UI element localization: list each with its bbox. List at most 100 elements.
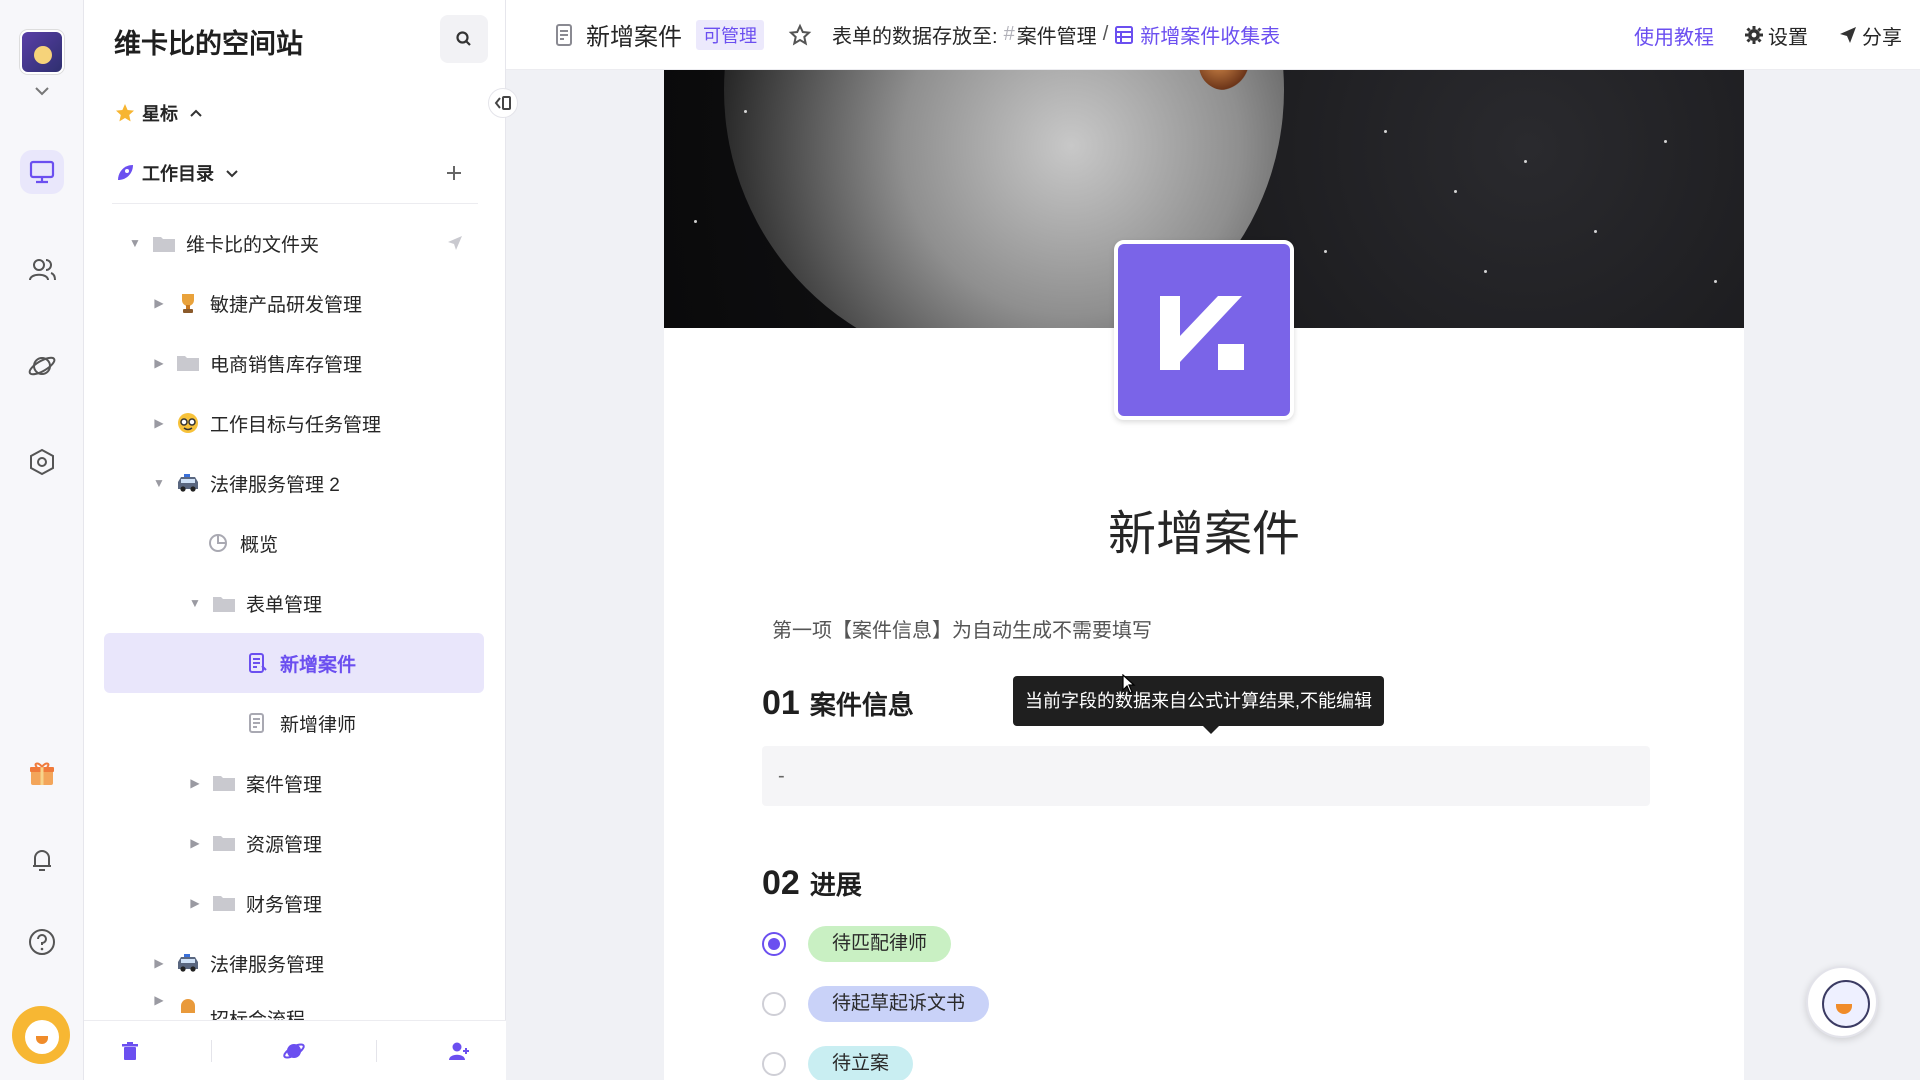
- tree-item-legal[interactable]: ▶ 法律服务管理: [152, 933, 482, 993]
- nerd-face-icon: [174, 409, 202, 437]
- tree-item-label: 表单管理: [246, 594, 323, 616]
- option-tag: 待起草起诉文书: [808, 986, 990, 1022]
- breadcrumb-case-mgmt[interactable]: 案件管理: [1017, 20, 1097, 49]
- send-icon[interactable]: [446, 234, 464, 252]
- option-tag: 待匹配律师: [808, 926, 952, 962]
- tree-item-cut-off[interactable]: ▶ 招标会流程: [152, 993, 482, 1020]
- tree-item-case-mgmt[interactable]: ▶ 案件管理: [188, 753, 482, 813]
- gear-icon: [1745, 26, 1763, 44]
- tree-item-label: 电商销售库存管理: [210, 354, 363, 376]
- tree-item-ecommerce[interactable]: ▶ 电商销售库存管理: [152, 333, 482, 393]
- tree-item-label: 财务管理: [246, 894, 323, 916]
- form-title: 新增案件: [1107, 508, 1300, 561]
- permission-badge[interactable]: 可管理: [696, 19, 764, 50]
- chevron-up-icon: [190, 109, 202, 117]
- breadcrumb-separator: /: [1102, 23, 1109, 45]
- help-icon[interactable]: [20, 920, 64, 964]
- tree-item-label: 案件管理: [246, 774, 323, 796]
- tree-item-legal-2[interactable]: ▼ 法律服务管理 2: [152, 453, 482, 513]
- question-label: 进展: [809, 870, 862, 900]
- police-car-icon: [174, 949, 202, 977]
- space-logo[interactable]: [20, 30, 64, 74]
- catalog-label: 工作目录: [142, 164, 214, 184]
- data-store-path: 表单的数据存放至: # 案件管理 / 新增案件收集表: [832, 20, 1280, 49]
- star-outline-icon[interactable]: [788, 23, 812, 47]
- option-pending-filing[interactable]: 待立案: [762, 1046, 914, 1080]
- form-icon: [244, 709, 272, 737]
- police-car-icon: [174, 469, 202, 497]
- chevron-down-icon: [226, 170, 238, 178]
- settings-button[interactable]: 设置: [1744, 21, 1808, 50]
- planet-icon[interactable]: [282, 1039, 306, 1063]
- caret-right-icon[interactable]: ▶: [188, 836, 202, 850]
- store-prefix: 表单的数据存放至:: [832, 26, 998, 48]
- option-tag: 待立案: [808, 1046, 914, 1080]
- option-pending-drafting[interactable]: 待起草起诉文书: [762, 986, 990, 1022]
- tree-item-finance-mgmt[interactable]: ▶ 财务管理: [188, 873, 482, 933]
- add-icon[interactable]: [444, 163, 464, 183]
- caret-right-icon[interactable]: ▶: [188, 776, 202, 790]
- gift-icon[interactable]: [20, 752, 64, 796]
- caret-right-icon[interactable]: ▶: [188, 896, 202, 910]
- search-button[interactable]: [440, 15, 488, 63]
- add-user-icon[interactable]: [447, 1039, 471, 1063]
- caret-right-icon[interactable]: ▶: [152, 356, 166, 370]
- tree-item-new-case[interactable]: 新增案件: [104, 633, 484, 693]
- tree-item-overview[interactable]: 概览: [182, 513, 482, 573]
- tree-item-label: 资源管理: [246, 834, 323, 856]
- hexagon-settings-icon[interactable]: [20, 440, 64, 484]
- question-progress: 02 进展: [762, 864, 862, 903]
- planet-icon[interactable]: [20, 344, 64, 388]
- bell-icon[interactable]: [20, 838, 64, 882]
- dashboard-icon: [204, 529, 232, 557]
- chevron-down-icon[interactable]: [32, 84, 52, 98]
- caret-right-icon[interactable]: ▶: [152, 956, 166, 970]
- tree-item-label: 新增案件: [280, 654, 357, 676]
- tree-item-label: 招标会流程: [210, 1005, 305, 1020]
- tree-item-new-lawyer[interactable]: 新增律师: [244, 693, 484, 753]
- collapse-icon: [494, 96, 511, 110]
- settings-label: 设置: [1768, 26, 1808, 49]
- workspace-title: 维卡比的空间站: [114, 29, 303, 59]
- tree-item-resource-mgmt[interactable]: ▶ 资源管理: [188, 813, 482, 873]
- sidebar-divider: [112, 203, 478, 204]
- tutorial-link[interactable]: 使用教程: [1634, 21, 1714, 50]
- caret-down-icon[interactable]: ▼: [188, 596, 202, 610]
- trash-icon[interactable]: [119, 1040, 141, 1062]
- caret-down-icon[interactable]: ▼: [152, 476, 166, 490]
- tree-item-agile[interactable]: ▶ 敏捷产品研发管理: [152, 273, 482, 333]
- share-button[interactable]: 分享: [1838, 21, 1902, 50]
- form-icon: [556, 23, 572, 46]
- folder-icon: [210, 769, 238, 797]
- tree-item-label: 法律服务管理 2: [210, 474, 340, 496]
- radio-button[interactable]: [762, 992, 786, 1016]
- caret-down-icon[interactable]: ▼: [128, 236, 142, 250]
- tree-item-label: 新增律师: [280, 714, 357, 736]
- tree-item-goals[interactable]: ▶ 工作目标与任务管理: [152, 393, 482, 453]
- table-icon: [1115, 25, 1134, 44]
- radio-button[interactable]: [762, 1052, 786, 1076]
- data-sheet-link[interactable]: 新增案件收集表: [1140, 20, 1280, 49]
- user-avatar[interactable]: [12, 1006, 70, 1064]
- contacts-icon[interactable]: [20, 248, 64, 292]
- readonly-tooltip: 当前字段的数据来自公式计算结果,不能编辑: [1013, 676, 1384, 734]
- radio-button[interactable]: [762, 932, 786, 956]
- share-icon: [1840, 27, 1856, 43]
- starred-section[interactable]: 星标: [114, 100, 206, 126]
- app-rail: [0, 0, 84, 1080]
- catalog-section[interactable]: 工作目录: [114, 160, 242, 186]
- case-info-field[interactable]: -: [762, 746, 1650, 806]
- caret-right-icon[interactable]: ▶: [152, 296, 166, 310]
- tree-item-form-mgmt[interactable]: ▼ 表单管理: [188, 573, 482, 633]
- doc-header: 新增案件 可管理 表单的数据存放至: # 案件管理 / 新增案件收集表: [554, 17, 1280, 52]
- workbench-icon[interactable]: [20, 150, 64, 194]
- mouse-cursor-icon: [1122, 674, 1136, 694]
- caret-right-icon[interactable]: ▶: [152, 416, 166, 430]
- form-description: 第一项【案件信息】为自动生成不需要填写: [772, 620, 1152, 642]
- option-pending-lawyer[interactable]: 待匹配律师: [762, 926, 952, 962]
- assistant-mascot-button[interactable]: [1806, 966, 1878, 1038]
- question-number: 02: [762, 864, 800, 902]
- collapse-sidebar-button[interactable]: [488, 88, 518, 118]
- share-label: 分享: [1862, 26, 1902, 49]
- brand-mark-icon: [1160, 296, 1244, 370]
